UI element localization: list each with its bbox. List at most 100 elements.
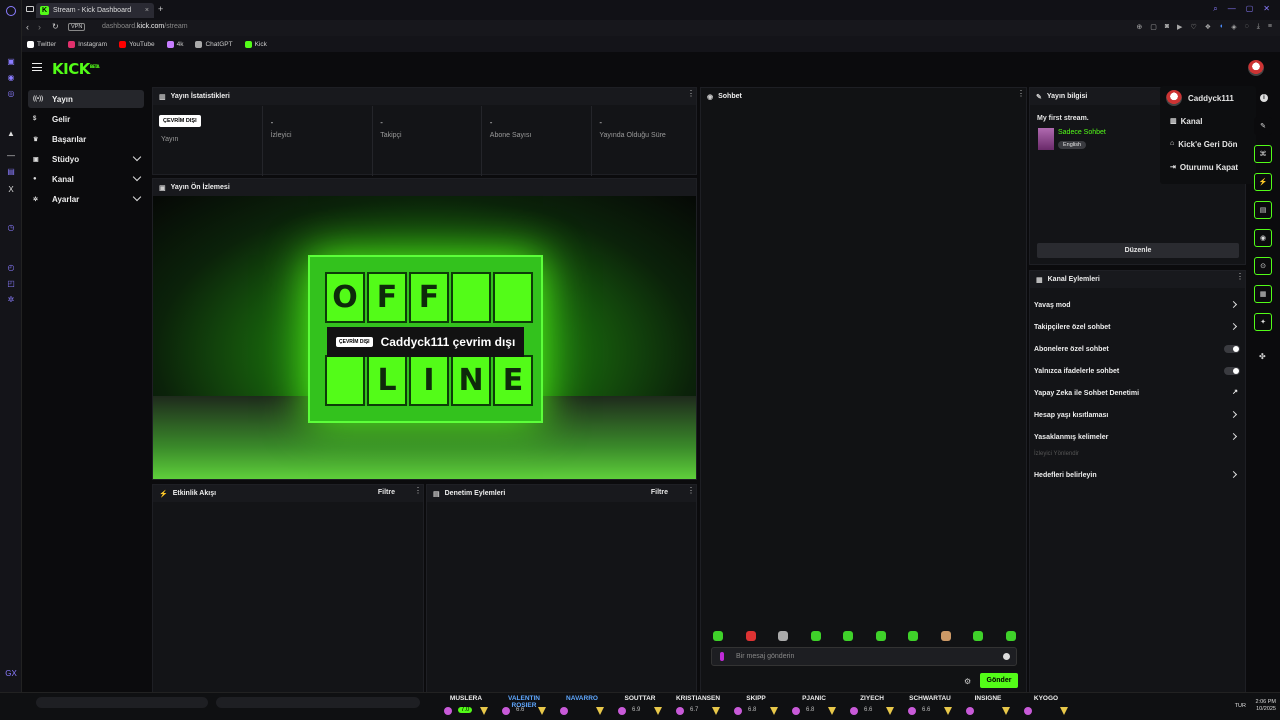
action-abonelere-özel-sohbet[interactable]: Abonelere özel sohbet bbox=[1034, 341, 1244, 357]
emote-icon[interactable] bbox=[875, 631, 886, 641]
action-yavaş-mod[interactable]: Yavaş mod bbox=[1034, 297, 1244, 313]
hamburger-menu-icon[interactable] bbox=[32, 63, 42, 71]
action-takipçilere-özel-sohbet[interactable]: Takipçilere özel sohbet bbox=[1034, 319, 1244, 335]
kebab-menu-icon[interactable]: ⋮ bbox=[687, 487, 695, 498]
reload-icon[interactable]: ↻ bbox=[52, 22, 59, 31]
moderation-filter-button[interactable]: Filtre bbox=[651, 489, 668, 496]
heart-icon[interactable]: ♡ bbox=[1190, 23, 1196, 31]
extensions-icon[interactable]: ❖ bbox=[1205, 23, 1211, 31]
chevron-down-icon[interactable] bbox=[132, 172, 142, 182]
pin-icon[interactable]: ⊕ bbox=[1136, 23, 1142, 31]
sidebar-item-başarılar[interactable]: ♛ Başarılar bbox=[28, 130, 144, 148]
taskbar-widget[interactable] bbox=[216, 697, 420, 708]
emote-icon[interactable] bbox=[973, 631, 983, 641]
emote-icon[interactable] bbox=[843, 631, 853, 641]
forward-icon[interactable]: › bbox=[38, 22, 41, 32]
sidebar-item-ayarlar[interactable]: ✲ Ayarlar bbox=[28, 190, 144, 208]
bookmark-youtube[interactable]: YouTube bbox=[119, 40, 155, 48]
settings-icon[interactable]: ✲ bbox=[6, 294, 16, 304]
gx-icon[interactable]: GX bbox=[5, 668, 17, 678]
clock-icon[interactable]: ◷ bbox=[6, 222, 16, 232]
emote-icon[interactable] bbox=[713, 631, 723, 641]
info-icon[interactable]: i bbox=[1260, 94, 1268, 102]
chat-settings-icon[interactable]: ⚙ bbox=[964, 677, 971, 686]
lightning-icon[interactable]: ⚡ bbox=[1254, 173, 1272, 191]
back-icon[interactable]: ‹ bbox=[26, 22, 29, 32]
arrow-up-icon[interactable]: ▲ bbox=[6, 128, 16, 138]
send-button[interactable]: Gönder bbox=[980, 673, 1018, 688]
close-window-icon[interactable]: ✕ bbox=[1263, 4, 1270, 14]
bookmark-twitter[interactable]: Twitter bbox=[27, 40, 56, 48]
emote-icon[interactable] bbox=[745, 631, 756, 641]
edit-button[interactable]: Düzenle bbox=[1037, 243, 1239, 258]
emoji-picker-icon[interactable] bbox=[1003, 653, 1010, 660]
chat-input[interactable]: Bir mesaj gönderin bbox=[711, 647, 1017, 666]
more-menu-icon[interactable]: ≡ bbox=[1268, 23, 1272, 31]
wrench-icon[interactable]: ✦ bbox=[1254, 313, 1272, 331]
toggle-switch[interactable] bbox=[1224, 367, 1240, 375]
messenger-icon[interactable]: ◉ bbox=[6, 72, 16, 82]
x-icon[interactable]: X bbox=[6, 184, 16, 194]
user-menu-item-0[interactable]: ▥ Kanal bbox=[1170, 117, 1202, 126]
layout-icon[interactable]: ▦ bbox=[1254, 285, 1272, 303]
bookmark-kick[interactable]: Kick bbox=[244, 40, 267, 48]
browser-logo-icon[interactable] bbox=[6, 6, 16, 16]
chevron-down-icon[interactable] bbox=[132, 152, 142, 162]
audio-icon[interactable]: ◖ bbox=[1219, 23, 1223, 31]
toggle-switch[interactable] bbox=[1224, 345, 1240, 353]
user-menu-item-2[interactable]: ⇥ Oturumu Kapat bbox=[1170, 163, 1238, 172]
new-tab-icon[interactable]: + bbox=[158, 4, 163, 14]
kebab-menu-icon[interactable]: ⋮ bbox=[687, 90, 695, 101]
sidebar-item-yayın[interactable]: ((•)) Yayın bbox=[28, 90, 144, 108]
activity-filter-button[interactable]: Filtre bbox=[378, 489, 395, 496]
emote-icon[interactable] bbox=[810, 631, 821, 641]
download-icon[interactable]: ⤓ bbox=[1257, 23, 1260, 31]
language-indicator[interactable]: TUR bbox=[1235, 703, 1246, 709]
kebab-menu-icon[interactable]: ⋮ bbox=[414, 487, 422, 498]
instagram-icon[interactable]: ◎ bbox=[6, 88, 16, 98]
action-yapay-zeka-ile-sohbet-denetimi[interactable]: Yapay Zeka ile Sohbet Denetimi ↗ bbox=[1034, 385, 1244, 401]
camera-icon[interactable]: ◙ bbox=[1165, 23, 1169, 31]
maximize-icon[interactable]: ▢ bbox=[1246, 4, 1254, 14]
bookmark-instagram[interactable]: Instagram bbox=[68, 40, 107, 48]
mic-icon[interactable] bbox=[720, 652, 724, 661]
emote-icon[interactable] bbox=[940, 631, 951, 641]
tab-menu-icon[interactable] bbox=[26, 6, 34, 12]
history-icon[interactable]: ◴ bbox=[6, 262, 16, 272]
share-icon[interactable]: ✤ bbox=[1259, 352, 1266, 361]
kebab-menu-icon[interactable]: ⋮ bbox=[1017, 90, 1025, 101]
sidebar-item-kanal[interactable]: ● Kanal bbox=[28, 170, 144, 188]
close-icon[interactable]: × bbox=[145, 7, 149, 14]
emote-icon[interactable] bbox=[778, 631, 788, 641]
play-icon[interactable]: ▶ bbox=[1177, 23, 1182, 31]
snapshot-icon[interactable]: ◈ bbox=[1231, 23, 1236, 31]
sidebar-item-stüdyo[interactable]: ▣ Stüdyo bbox=[28, 150, 144, 168]
set-targets-item[interactable]: Hedefleri belirleyin bbox=[1034, 467, 1244, 483]
bookmark-4k[interactable]: 4k bbox=[166, 40, 183, 48]
tab-icon[interactable]: ▢ bbox=[1150, 23, 1157, 31]
chat-icon[interactable]: ◉ bbox=[1254, 229, 1272, 247]
emote-icon[interactable] bbox=[1005, 631, 1016, 641]
vpn-badge[interactable]: VPN bbox=[68, 23, 86, 31]
url-field[interactable]: dashboard.kick.com/stream bbox=[102, 23, 188, 30]
taskbar-search[interactable] bbox=[36, 697, 208, 708]
kick-logo[interactable]: KICKBETA bbox=[52, 60, 100, 78]
action-hesap-yaşı-kısıtlaması[interactable]: Hesap yaşı kısıtlaması bbox=[1034, 407, 1244, 423]
header-avatar[interactable] bbox=[1248, 60, 1264, 76]
kebab-menu-icon[interactable]: ⋮ bbox=[1236, 273, 1244, 284]
bookmark-icon[interactable]: ◰ bbox=[6, 278, 16, 288]
action-yasaklanmış-kelimeler[interactable]: Yasaklanmış kelimeler bbox=[1034, 429, 1244, 445]
search-icon[interactable]: ⌕ bbox=[1213, 4, 1217, 14]
broadcast-icon[interactable]: ⊙ bbox=[1254, 257, 1272, 275]
user-menu-item-1[interactable]: ⌂ Kick'e Geri Dön bbox=[1170, 140, 1238, 149]
pencil-icon[interactable]: ✎ bbox=[1254, 117, 1272, 135]
note-icon[interactable]: ▤ bbox=[1254, 201, 1272, 219]
bookmark-chatgpt[interactable]: ChatGPT bbox=[195, 40, 233, 48]
sidebar-item-gelir[interactable]: $ Gelir bbox=[28, 110, 144, 128]
clock[interactable]: 2:06 PM 10/2025 bbox=[1256, 699, 1276, 713]
emote-icon[interactable] bbox=[908, 631, 918, 641]
action-yalnızca-ifadelerle-sohbet[interactable]: Yalnızca ifadelerle sohbet bbox=[1034, 363, 1244, 379]
category-link[interactable]: Sadece Sohbet bbox=[1058, 129, 1106, 136]
minimize-icon[interactable]: — bbox=[1228, 4, 1236, 14]
sync-icon[interactable]: ◌ bbox=[1245, 23, 1249, 31]
